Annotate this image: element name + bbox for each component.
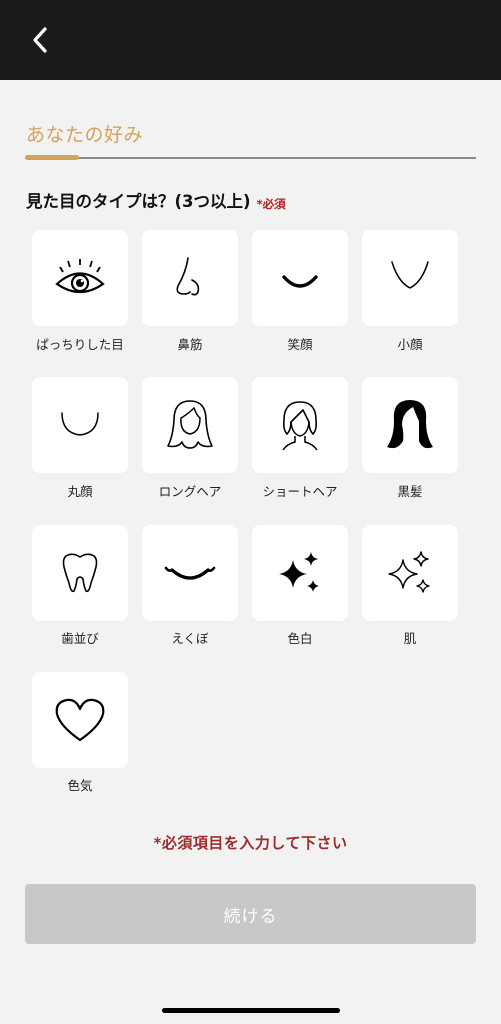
option-card-small-face[interactable]: [362, 230, 458, 326]
option-card-dimple[interactable]: [142, 525, 238, 621]
option-label: 鼻筋: [177, 337, 203, 352]
option-label: 歯並び: [61, 631, 99, 646]
eye-icon: [55, 259, 105, 294]
option-label: ぱっちりした目: [36, 337, 124, 352]
option-card-smile[interactable]: [252, 230, 348, 326]
required-error-message: *必須項目を入力して下さい: [153, 834, 348, 852]
option-label: 小顔: [397, 337, 423, 352]
round-face-icon: [61, 412, 99, 436]
short-hair-icon: [282, 401, 318, 451]
option-card-short-hair[interactable]: [252, 377, 348, 473]
option-label: 丸顔: [67, 484, 93, 499]
option-card-eye[interactable]: [32, 230, 128, 326]
option-label: 色白: [287, 631, 313, 646]
dimple-smile-icon: [164, 566, 216, 580]
option-card-black-hair[interactable]: [362, 377, 458, 473]
option-grid: ぱっちりした目 鼻筋 笑顔 小顔 丸顔 ロングヘア ショートヘア 黒髪 歯並び …: [0, 0, 501, 800]
option-label: 黒髪: [397, 484, 423, 499]
option-card-sex-appeal[interactable]: [32, 672, 128, 768]
nose-icon: [176, 257, 200, 296]
option-card-tooth[interactable]: [32, 525, 128, 621]
continue-button[interactable]: 続ける: [25, 884, 476, 944]
smile-icon: [282, 275, 318, 288]
sparkle-outline-icon: [388, 551, 430, 593]
option-card-fair-skin[interactable]: [252, 525, 348, 621]
tooth-icon: [62, 553, 98, 593]
option-label: 肌: [403, 631, 417, 646]
long-hair-icon: [167, 400, 213, 449]
option-label: えくぼ: [171, 631, 209, 646]
black-hair-icon: [387, 400, 433, 449]
option-card-long-hair[interactable]: [142, 377, 238, 473]
option-label: ロングヘア: [158, 484, 222, 499]
sparkle-icon: [279, 552, 319, 592]
option-label: ショートヘア: [262, 484, 338, 499]
heart-icon: [55, 698, 105, 742]
option-card-round-face[interactable]: [32, 377, 128, 473]
option-card-nose[interactable]: [142, 230, 238, 326]
home-indicator: [162, 1008, 340, 1013]
option-label: 色気: [67, 778, 93, 793]
small-face-icon: [391, 261, 429, 289]
option-card-skin[interactable]: [362, 525, 458, 621]
option-label: 笑顔: [287, 337, 313, 352]
